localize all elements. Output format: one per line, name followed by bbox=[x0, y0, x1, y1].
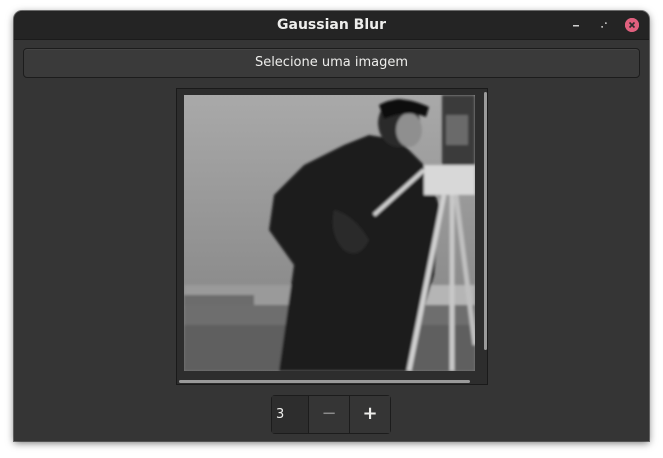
minimize-button[interactable] bbox=[569, 18, 583, 32]
plus-icon: + bbox=[362, 403, 378, 424]
close-button[interactable] bbox=[625, 18, 639, 32]
blur-spin-button: 3 − + bbox=[271, 395, 391, 434]
increment-button[interactable]: + bbox=[349, 396, 390, 433]
horizontal-scrollbar[interactable] bbox=[179, 380, 470, 383]
minimize-icon bbox=[573, 25, 579, 27]
blurred-image bbox=[184, 95, 475, 371]
close-icon bbox=[625, 18, 639, 32]
window-title: Gaussian Blur bbox=[277, 17, 386, 33]
vertical-scrollbar[interactable] bbox=[484, 92, 487, 350]
blur-value-input[interactable]: 3 bbox=[272, 396, 308, 433]
select-image-button[interactable]: Selecione uma imagem bbox=[23, 48, 640, 78]
titlebar[interactable]: Gaussian Blur bbox=[14, 11, 649, 40]
maximize-button[interactable] bbox=[597, 18, 611, 32]
decrement-button[interactable]: − bbox=[308, 396, 349, 433]
maximize-icon bbox=[601, 22, 607, 28]
app-window: Gaussian Blur Selecione uma imagem 3 − + bbox=[14, 11, 649, 441]
minus-icon: − bbox=[321, 403, 337, 424]
cameraman-photo bbox=[184, 95, 475, 371]
image-scroll-view[interactable] bbox=[176, 88, 488, 385]
